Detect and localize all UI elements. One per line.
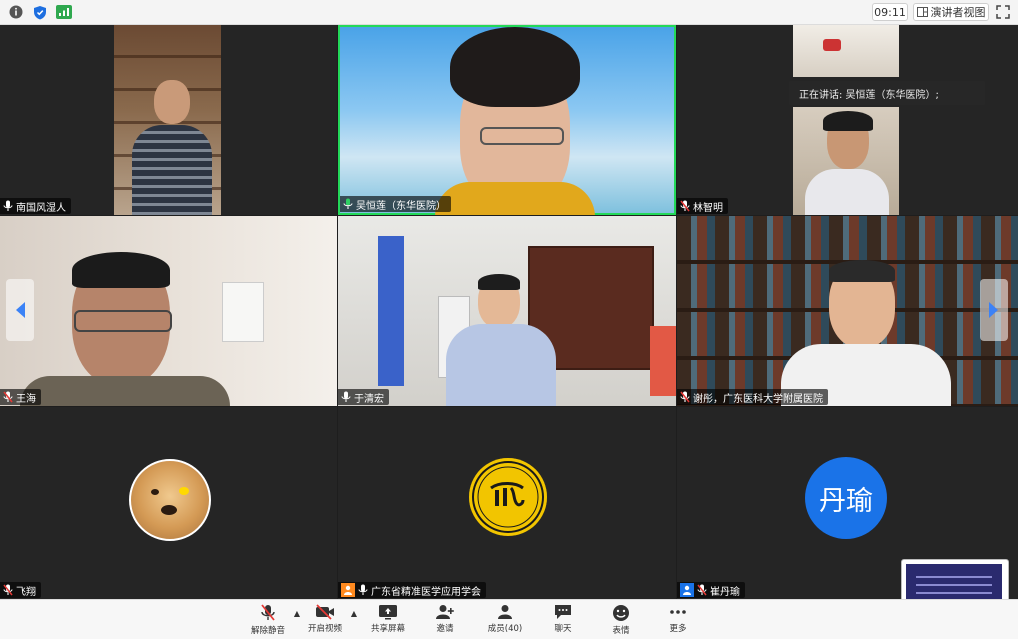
name-tag: 南国风湿人 xyxy=(0,198,71,214)
avatar-initials: 丹瑜 xyxy=(819,485,873,517)
video-tile-7[interactable]: 飞翔 xyxy=(0,407,337,599)
chat-label: 聊天 xyxy=(554,624,572,634)
video-camera-muted-icon xyxy=(316,604,334,620)
start-video-label: 开启视频 xyxy=(307,624,342,634)
name-tag: 广东省精准医学应用学会 xyxy=(338,582,486,598)
shared-content-preview xyxy=(793,25,899,77)
title-bar: 09:11 演讲者视图 xyxy=(0,0,1018,25)
more-button[interactable]: 更多 xyxy=(650,602,706,638)
microphone-muted-icon xyxy=(3,391,13,403)
participant-name: 王海 xyxy=(16,393,36,405)
grid-view-icon xyxy=(916,7,928,17)
smiley-icon xyxy=(613,605,629,621)
participant-name: 谢彤，广东医科大学附属医院 xyxy=(693,393,823,405)
invite-label: 邀请 xyxy=(436,624,454,634)
participant-video xyxy=(338,216,676,406)
participant-name: 林智明 xyxy=(693,202,723,214)
more-label: 更多 xyxy=(669,624,687,634)
chat-icon xyxy=(555,605,571,619)
participant-video xyxy=(0,216,337,406)
name-tag: 于清宏 xyxy=(338,389,389,405)
participant-name: 广东省精准医学应用学会 xyxy=(371,586,481,598)
name-tag: 王海 xyxy=(0,389,41,405)
microphone-muted-icon xyxy=(261,604,275,621)
reactions-button[interactable]: 表情 xyxy=(593,602,649,638)
unmute-button[interactable]: 解除静音 xyxy=(240,602,296,638)
speaking-indicator: 正在讲话: 吴恒莲（东华医院）; xyxy=(789,81,985,105)
shield-icon[interactable] xyxy=(32,4,48,20)
share-screen-label: 共享屏幕 xyxy=(370,624,405,634)
participants-icon xyxy=(498,605,512,619)
participant-name: 飞翔 xyxy=(16,586,36,598)
arrow-left-icon xyxy=(16,302,25,318)
microphone-muted-icon xyxy=(3,584,13,596)
microphone-icon xyxy=(341,391,351,403)
video-tile-1[interactable]: 南国风湿人 xyxy=(0,25,337,215)
cohost-icon xyxy=(680,583,694,597)
speaking-indicator-label: 正在讲话: 吴恒莲（东华医院）; xyxy=(799,89,939,101)
video-tile-3[interactable]: 林智明 xyxy=(677,25,1018,215)
share-screen-button[interactable]: 共享屏幕 xyxy=(360,602,416,638)
name-tag: 吴恒莲（东华医院） xyxy=(340,196,451,212)
video-tile-2[interactable]: 吴恒莲（东华医院） xyxy=(338,25,676,215)
participant-video xyxy=(340,27,674,215)
participant-name: 于清宏 xyxy=(354,393,384,405)
name-tag: 林智明 xyxy=(677,198,728,214)
meeting-toolbar: 解除静音 ▲ 开启视频 ▲ 共享屏幕 邀请 成员(40) 聊天 表情 更多 xyxy=(0,599,1018,639)
speaker-view-button[interactable]: 演讲者视图 xyxy=(913,3,989,21)
share-screen-icon xyxy=(379,605,397,620)
microphone-active-icon xyxy=(343,198,353,210)
more-dots-icon xyxy=(670,610,686,614)
name-tag: 崔丹瑜 xyxy=(677,582,745,598)
video-tile-8[interactable]: 广东省精准医学应用学会 xyxy=(338,407,676,599)
participant-video xyxy=(677,216,1018,406)
participants-label: 成员(40) xyxy=(487,624,523,634)
participants-button[interactable]: 成员(40) xyxy=(477,602,533,638)
invite-icon xyxy=(436,605,454,619)
info-icon[interactable] xyxy=(8,4,24,20)
society-logo xyxy=(469,458,547,536)
chat-button[interactable]: 聊天 xyxy=(535,602,591,638)
video-grid: 南国风湿人 吴恒莲（东华医院） 林智明 王海 于清宏 谢彤，广东医科大学附属医院… xyxy=(0,25,1018,599)
microphone-icon xyxy=(358,584,368,596)
participant-video xyxy=(114,25,221,215)
meeting-timer: 09:11 xyxy=(872,3,908,21)
video-tile-4[interactable]: 王海 xyxy=(0,216,337,406)
microphone-muted-icon xyxy=(680,391,690,403)
arrow-right-icon xyxy=(989,302,998,318)
avatar xyxy=(129,459,211,541)
start-video-button[interactable]: 开启视频 xyxy=(297,602,353,638)
invite-button[interactable]: 邀请 xyxy=(417,602,473,638)
participant-video xyxy=(793,107,899,215)
participant-name: 崔丹瑜 xyxy=(710,586,740,598)
participant-name: 吴恒莲（东华医院） xyxy=(356,200,446,212)
reactions-label: 表情 xyxy=(612,626,630,636)
speaker-view-label: 演讲者视图 xyxy=(930,6,986,19)
video-tile-5[interactable]: 于清宏 xyxy=(338,216,676,406)
video-options-caret[interactable]: ▲ xyxy=(349,608,359,618)
next-page-button[interactable] xyxy=(980,279,1008,341)
participant-name: 南国风湿人 xyxy=(16,202,66,214)
microphone-muted-icon xyxy=(680,200,690,212)
name-tag: 飞翔 xyxy=(0,582,41,598)
avatar: 丹瑜 xyxy=(805,457,887,539)
host-icon xyxy=(341,583,355,597)
video-tile-6[interactable]: 谢彤，广东医科大学附属医院 xyxy=(677,216,1018,406)
previous-page-button[interactable] xyxy=(6,279,34,341)
signal-strength-icon[interactable] xyxy=(56,4,72,20)
microphone-icon xyxy=(3,200,13,212)
name-tag: 谢彤，广东医科大学附属医院 xyxy=(677,389,828,405)
microphone-muted-icon xyxy=(697,584,707,596)
unmute-label: 解除静音 xyxy=(250,626,285,636)
fullscreen-icon[interactable] xyxy=(995,4,1011,20)
